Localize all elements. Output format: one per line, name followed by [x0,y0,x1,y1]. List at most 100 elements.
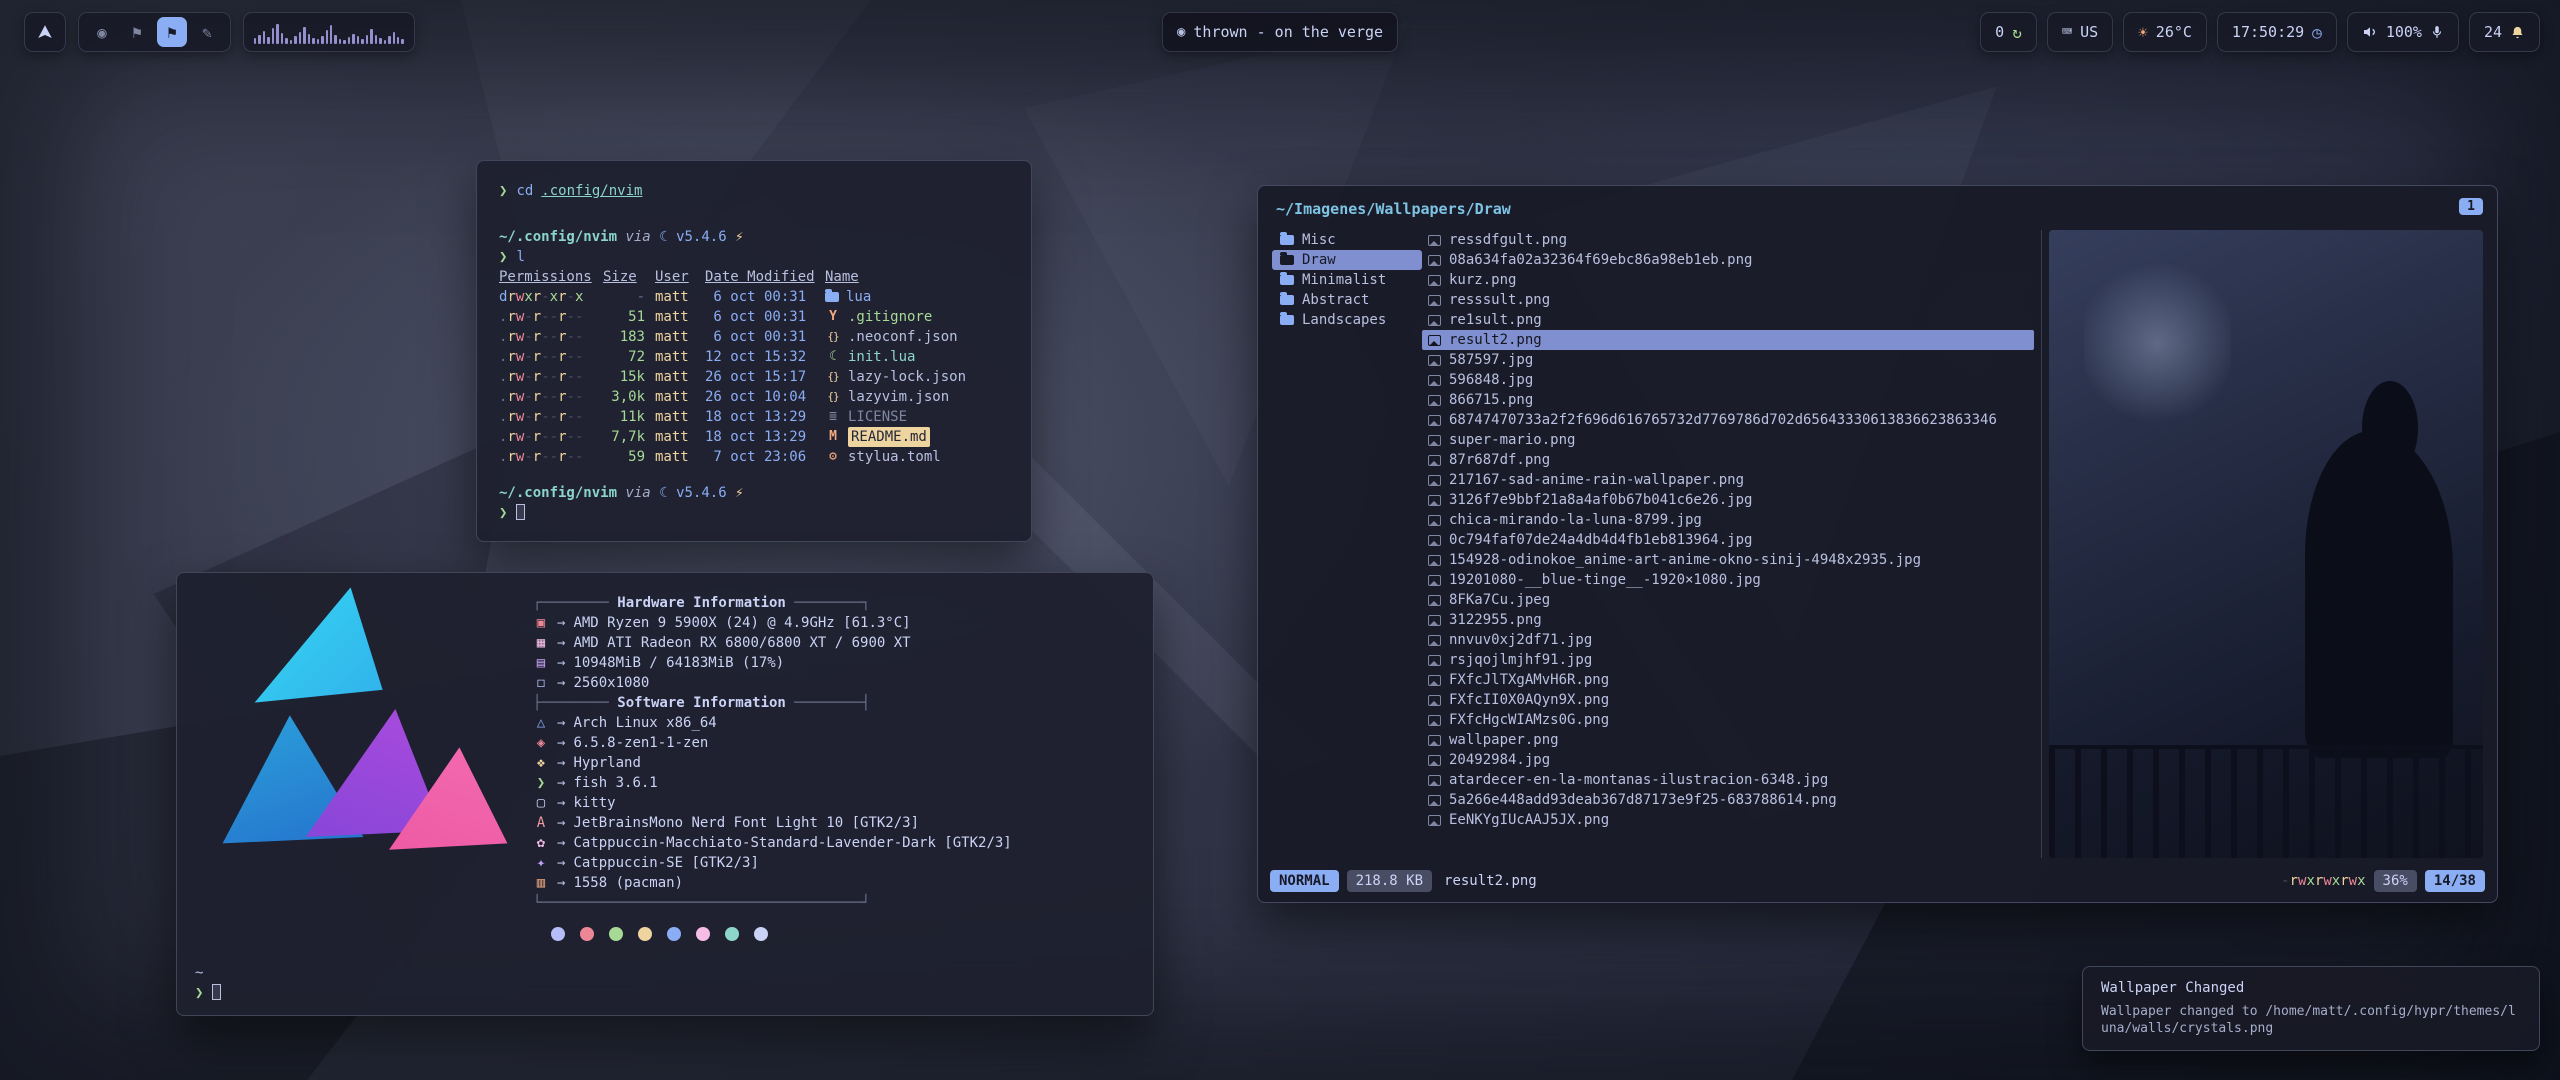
graph-bar [258,35,260,44]
weather-module[interactable]: ☀ 26°C [2123,12,2207,52]
file-row[interactable]: nnvuv0xj2df71.jpg [1422,630,2034,650]
ls-row: .rw-r--r--7,7kmatt18 oct 13:29MREADME.md [499,427,1009,447]
workspaces: ◉⚑⚑✎ [78,12,231,52]
preview-figure-head [2362,381,2418,475]
ls-row: .rw-r--r--183matt 6 oct 00:31{}.neoconf.… [499,327,1009,347]
image-file-icon [1428,815,1441,826]
image-file-icon [1428,555,1441,566]
file-row[interactable]: 217167-sad-anime-rain-wallpaper.png [1422,470,2034,490]
sw-lines: △→Arch Linux x86_64◈→6.5.8-zen1-1-zen❖→H… [533,713,1012,893]
file-row[interactable]: chica-mirando-la-luna-8799.jpg [1422,510,2034,530]
file-row[interactable]: wallpaper.png [1422,730,2034,750]
graph-bar [384,40,386,44]
file-row[interactable]: 3122955.png [1422,610,2034,630]
notification-popup[interactable]: Wallpaper Changed Wallpaper changed to /… [2082,966,2540,1051]
json-icon: {} [825,327,841,347]
workspace-button-4[interactable]: ✎ [192,17,222,47]
file-row[interactable]: 20492984.jpg [1422,750,2034,770]
image-file-icon [1428,295,1441,306]
logo-triangle-cyan [197,581,517,901]
fetch-line-icon: ▢ [533,793,549,813]
file-row[interactable]: 5a266e448add93deab367d87173e9f25-6837886… [1422,790,2034,810]
file-row[interactable]: result2.png [1422,330,2034,350]
image-file-icon [1428,355,1441,366]
file-row[interactable]: kurz.png [1422,270,2034,290]
notifications-module[interactable]: 24 [2469,12,2540,52]
fetch-line-icon: ✦ [533,853,549,873]
fetch-line: ▢→kitty [533,793,1012,813]
palette-dot [580,927,594,941]
fetch-prompt[interactable]: ~ ❯ [195,963,221,1003]
image-file-icon [1428,535,1441,546]
file-row[interactable]: 0c794faf07de24a4db4d4fb1eb813964.jpg [1422,530,2034,550]
graph-bar [352,34,354,44]
clock-time: 17:50:29 [2232,23,2304,41]
graph-bar [290,40,292,44]
graph-bar [303,27,305,44]
sidebar-folder-misc[interactable]: Misc [1272,230,1422,250]
volume-module[interactable]: 100% [2347,12,2459,52]
tab-indicator[interactable]: 1 [2459,198,2483,215]
media-player-module[interactable]: ◉ thrown - on the verge [1162,12,1398,52]
app-launcher-button[interactable] [24,12,66,52]
palette-dot [696,927,710,941]
image-file-icon [1428,795,1441,806]
sidebar-folder-minimalist[interactable]: Minimalist [1272,270,1422,290]
file-manager-window[interactable]: ~/Imagenes/Wallpapers/Draw 1 MiscDrawMin… [1257,185,2498,903]
file-row[interactable]: 8FKa7Cu.jpeg [1422,590,2034,610]
workspace-button-3[interactable]: ⚑ [157,17,187,47]
file-row[interactable]: resssult.png [1422,290,2034,310]
file-row[interactable]: 154928-odinokoe_anime-art-anime-okno-sin… [1422,550,2034,570]
image-file-icon [1428,315,1441,326]
text-cursor [212,984,221,1000]
ls-header: PermissionsSizeUserDate ModifiedName [499,267,1009,287]
image-file-icon [1428,395,1441,406]
fetch-window[interactable]: ┌──────── Hardware Information ────────┐… [176,572,1154,1016]
clock-module[interactable]: 17:50:29 ◷ [2217,12,2337,52]
file-row[interactable]: re1sult.png [1422,310,2034,330]
image-file-icon [1428,335,1441,346]
file-row[interactable]: 587597.jpg [1422,350,2034,370]
palette-dot [667,927,681,941]
file-row[interactable]: 08a634fa02a32364f69ebc86a98eb1eb.png [1422,250,2034,270]
sidebar-folder-draw[interactable]: Draw [1272,250,1422,270]
file-row[interactable]: 3126f7e9bbf21a8a4af0b67b041c6e26.jpg [1422,490,2034,510]
weather-icon: ☀ [2138,23,2148,42]
md-icon: M [825,427,841,447]
file-row[interactable]: super-mario.png [1422,430,2034,450]
preview-image [2049,230,2483,858]
launcher-arrow-icon [36,23,54,41]
terminal-window[interactable]: ❯cd.config/nvim ~/.config/nvim via ☾ v5.… [476,160,1032,542]
file-row[interactable]: 87r687df.png [1422,450,2034,470]
updates-module[interactable]: 0 ↻ [1980,12,2037,52]
ls-row: .rw-r--r--51matt 6 oct 00:31Y.gitignore [499,307,1009,327]
fetch-line: A→JetBrainsMono Nerd Font Light 10 [GTK2… [533,813,1012,833]
file-row[interactable]: 19201080-__blue-tinge__-1920×1080.jpg [1422,570,2034,590]
workspace-button-2[interactable]: ⚑ [122,17,152,47]
file-row[interactable]: ressdfgult.png [1422,230,2034,250]
file-row[interactable]: FXfcII0X0AQyn9X.png [1422,690,2034,710]
graph-bar [267,37,269,44]
image-file-icon [1428,735,1441,746]
file-row[interactable]: rsjqojlmjhf91.jpg [1422,650,2034,670]
file-row[interactable]: FXfcHgcWIAMzs0G.png [1422,710,2034,730]
sidebar-folder-abstract[interactable]: Abstract [1272,290,1422,310]
graph-bar [401,39,403,44]
workspace-button-1[interactable]: ◉ [87,17,117,47]
hardware-header: ┌──────── Hardware Information ────────┐ [533,593,1012,613]
file-row[interactable]: 596848.jpg [1422,370,2034,390]
terminal-prompt[interactable]: ❯ [499,503,1009,523]
keyboard-layout-module[interactable]: ⌨ US [2047,12,2113,52]
file-row[interactable]: EeNKYgIUcAAJ5JX.png [1422,810,2034,830]
distro-logo [197,581,517,901]
file-row[interactable]: atardecer-en-la-montanas-ilustracion-634… [1422,770,2034,790]
file-row[interactable]: FXfcJlTXgAMvH6R.png [1422,670,2034,690]
fetch-line-icon: ◻ [533,673,549,693]
fetch-line: ◻→2560x1080 [533,673,1012,693]
file-row[interactable]: 866715.png [1422,390,2034,410]
graph-bar [308,34,310,44]
image-file-icon [1428,695,1441,706]
fetch-line: △→Arch Linux x86_64 [533,713,1012,733]
sidebar-folder-landscapes[interactable]: Landscapes [1272,310,1422,330]
file-row[interactable]: 68747470733a2f2f696d616765732d7769786d70… [1422,410,2034,430]
